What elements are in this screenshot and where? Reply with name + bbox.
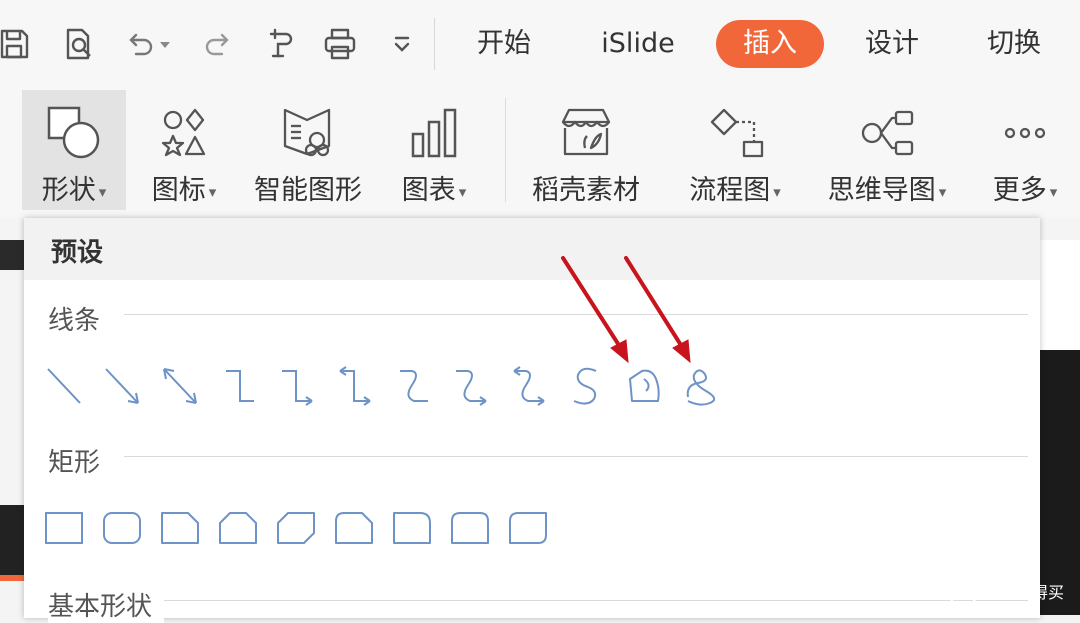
chart-icon <box>411 108 457 158</box>
icons-icon <box>161 108 206 157</box>
shapes-label: 形状 <box>41 175 96 206</box>
section-divider <box>124 314 1028 315</box>
freeform-shape[interactable] <box>622 356 666 416</box>
docer-material-label: 稻壳素材 <box>532 175 640 206</box>
rectangles-section-title: 矩形 <box>48 442 113 479</box>
customize-quick-access-icon[interactable] <box>380 22 424 66</box>
more-icon <box>1004 127 1046 139</box>
flowchart-label: 流程图 <box>689 175 771 206</box>
round-same-side-corner-rectangle-shape[interactable] <box>448 498 492 558</box>
basic-shapes-section-title: 基本形状 <box>48 586 165 623</box>
print-icon[interactable] <box>318 22 362 66</box>
slide-area-edge <box>1040 240 1080 350</box>
elbow-double-arrow-connector-shape[interactable] <box>332 356 376 416</box>
flowchart-icon <box>710 108 764 158</box>
insert-ribbon: 形状 ▾ 图标 ▾ 智能图形 图表 ▾ 稻壳素材 流程图 ▾ 思维导图 ▾ 更多… <box>0 90 1080 218</box>
mindmap-button[interactable]: 思维导图 ▾ <box>814 90 960 210</box>
chevron-down-icon: ▾ <box>458 182 467 201</box>
tab-transition[interactable]: 切换 <box>978 20 1050 68</box>
watermark-badge: 值 <box>948 576 978 606</box>
arrow-shape[interactable] <box>100 356 144 416</box>
rounded-rectangle-shape[interactable] <box>100 498 144 558</box>
slide-area-edge <box>0 505 24 575</box>
chevron-down-icon: ▾ <box>773 182 781 201</box>
lines-section-title: 线条 <box>48 300 113 337</box>
title-toolbar: 开始 iSlide 插入 设计 切换 <box>0 0 1080 90</box>
preset-title: 预设 <box>51 238 104 268</box>
mindmap-icon <box>861 110 914 156</box>
more-label: 更多 <box>992 175 1047 206</box>
icons-button[interactable]: 图标 ▾ <box>138 90 230 210</box>
snip-diagonal-corner-rectangle-shape[interactable] <box>274 498 318 558</box>
format-painter-icon[interactable] <box>258 22 302 66</box>
watermark-text: 什么值得买 <box>984 583 1065 602</box>
snip-single-corner-rectangle-shape[interactable] <box>158 498 202 558</box>
curved-double-arrow-connector-shape[interactable] <box>506 356 550 416</box>
chevron-down-icon: ▾ <box>208 182 217 201</box>
round-diagonal-corner-rectangle-shape[interactable] <box>506 498 550 558</box>
section-divider <box>124 456 1028 457</box>
smartart-label: 智能图形 <box>254 175 362 206</box>
print-preview-icon[interactable] <box>56 22 100 66</box>
smartart-icon <box>283 108 331 157</box>
scribble-shape[interactable] <box>680 356 724 416</box>
undo-dropdown-icon[interactable] <box>150 22 180 66</box>
toolbar-divider <box>434 18 435 70</box>
icons-label: 图标 <box>151 175 206 206</box>
docer-material-icon <box>561 108 611 156</box>
chevron-down-icon: ▾ <box>938 182 947 201</box>
round-single-corner-rectangle-shape[interactable] <box>390 498 434 558</box>
chevron-down-icon: ▾ <box>1049 182 1058 201</box>
docer-material-button[interactable]: 稻壳素材 <box>520 90 652 210</box>
line-shape[interactable] <box>42 356 86 416</box>
chart-button[interactable]: 图表 ▾ <box>386 90 482 210</box>
elbow-connector-shape[interactable] <box>216 356 260 416</box>
tab-islide[interactable]: iSlide <box>592 20 684 68</box>
mindmap-label: 思维导图 <box>827 175 936 206</box>
snip-same-side-corner-rectangle-shape[interactable] <box>216 498 260 558</box>
chart-label: 图表 <box>401 175 456 206</box>
slide-accent-edge <box>0 575 24 581</box>
more-button[interactable]: 更多 ▾ <box>976 90 1074 210</box>
lines-shape-row <box>42 356 742 416</box>
curved-arrow-connector-shape[interactable] <box>448 356 492 416</box>
watermark: 值 什么值得买 <box>948 574 1064 608</box>
slide-area-edge <box>0 240 24 270</box>
ribbon-divider <box>505 98 506 202</box>
tab-design[interactable]: 设计 <box>856 20 928 68</box>
snip-and-round-single-corner-rectangle-shape[interactable] <box>332 498 376 558</box>
smartart-button[interactable]: 智能图形 <box>244 90 372 210</box>
save-icon[interactable] <box>0 22 36 66</box>
shapes-button[interactable]: 形状 ▾ <box>22 90 126 210</box>
rectangle-shape[interactable] <box>42 498 86 558</box>
redo-icon[interactable] <box>196 22 240 66</box>
section-divider <box>124 600 1028 601</box>
preset-header: 预设 <box>24 218 1040 280</box>
shapes-dropdown-panel: 预设 线条 矩形 基本形状 <box>24 218 1040 623</box>
shapes-icon <box>47 106 100 159</box>
chevron-down-icon: ▾ <box>98 182 107 201</box>
elbow-arrow-connector-shape[interactable] <box>274 356 318 416</box>
tab-home[interactable]: 开始 <box>468 20 540 68</box>
curved-connector-shape[interactable] <box>390 356 434 416</box>
double-arrow-shape[interactable] <box>158 356 202 416</box>
rectangles-shape-row <box>42 498 602 558</box>
curve-shape[interactable] <box>564 356 608 416</box>
flowchart-button[interactable]: 流程图 ▾ <box>676 90 794 210</box>
tab-insert[interactable]: 插入 <box>716 20 824 68</box>
